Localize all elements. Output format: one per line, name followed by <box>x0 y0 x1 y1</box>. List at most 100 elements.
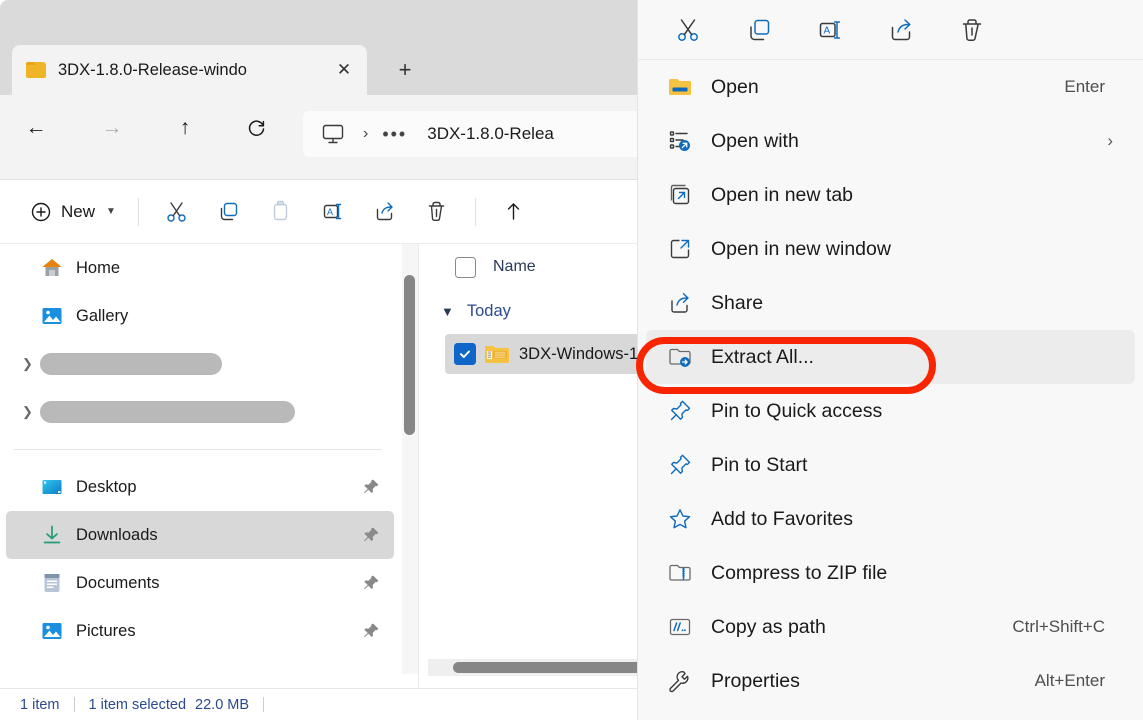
rename-menu-button[interactable]: A <box>808 10 852 50</box>
menu-item-accelerator: Alt+Enter <box>1035 671 1105 691</box>
file-list-pane: Name ▼ Today <box>419 244 660 688</box>
sidebar-item-downloads[interactable]: Downloads <box>6 511 394 559</box>
sidebar-item-redacted-2[interactable]: ❯ <box>6 388 394 436</box>
clipboard-icon <box>269 200 292 223</box>
menu-item-open-in-new-tab[interactable]: Open in new tab <box>646 168 1135 222</box>
refresh-button[interactable] <box>236 108 276 148</box>
pin-icon[interactable] <box>362 622 380 640</box>
sidebar-item-home[interactable]: Home <box>6 244 394 292</box>
pin-icon[interactable] <box>362 478 380 496</box>
chevron-right-icon[interactable]: ❯ <box>22 404 33 420</box>
chevron-down-icon: ▼ <box>106 206 116 217</box>
menu-item-compress-to-zip[interactable]: Compress to ZIP file <box>646 546 1135 600</box>
share-icon <box>666 290 694 316</box>
address-path-text: 3DX-1.8.0-Relea <box>427 124 660 144</box>
menu-item-label: Pin to Start <box>711 454 807 477</box>
sidebar-item-pictures[interactable]: Pictures <box>6 607 394 655</box>
sidebar-item-gallery[interactable]: Gallery <box>6 292 394 340</box>
sidebar-item-label: Documents <box>76 574 159 593</box>
close-icon[interactable]: ✕ <box>329 55 359 85</box>
row-checkbox[interactable] <box>454 343 476 365</box>
menu-item-open[interactable]: Open Enter <box>646 60 1135 114</box>
back-button[interactable]: ← <box>16 108 56 148</box>
trash-icon <box>425 200 448 223</box>
menu-item-open-in-new-window[interactable]: Open in new window <box>646 222 1135 276</box>
this-pc-icon <box>321 123 345 145</box>
sidebar-scrollbar-thumb[interactable] <box>404 275 415 435</box>
folder-open-icon <box>666 74 694 100</box>
address-bar[interactable]: › ••• 3DX-1.8.0-Relea <box>303 111 660 157</box>
sidebar-item-label: Home <box>76 259 120 278</box>
share-menu-button[interactable] <box>879 10 923 50</box>
breadcrumb-chevron-icon[interactable]: › <box>363 125 368 143</box>
pin-icon <box>666 452 694 478</box>
status-bar: 1 item 1 item selected 22.0 MB <box>0 688 660 720</box>
trash-icon <box>959 17 985 43</box>
delete-menu-button[interactable] <box>950 10 994 50</box>
menu-item-pin-to-quick-access[interactable]: Pin to Quick access <box>646 384 1135 438</box>
copy-icon <box>746 17 772 43</box>
rename-button[interactable]: A <box>310 192 356 232</box>
sidebar-item-desktop[interactable]: Desktop <box>6 463 394 511</box>
menu-item-share[interactable]: Share <box>646 276 1135 330</box>
status-divider-2 <box>263 697 264 712</box>
table-row[interactable]: 3DX-Windows-1 <box>445 334 654 374</box>
status-divider <box>74 697 75 712</box>
select-all-checkbox[interactable] <box>455 257 476 278</box>
desktop-icon <box>40 475 64 499</box>
pin-icon[interactable] <box>362 526 380 544</box>
sidebar-item-documents[interactable]: Documents <box>6 559 394 607</box>
cut-button[interactable] <box>154 192 200 232</box>
new-tab-icon <box>666 182 694 208</box>
explorer-tab[interactable]: 3DX-1.8.0-Release-windo ✕ <box>12 45 367 95</box>
chevron-down-icon[interactable]: ▼ <box>441 304 454 319</box>
breadcrumb-overflow-icon[interactable]: ••• <box>382 129 407 140</box>
new-button-label: New <box>61 202 95 222</box>
sort-arrow-icon <box>502 200 525 223</box>
menu-item-pin-to-start[interactable]: Pin to Start <box>646 438 1135 492</box>
sidebar-divider <box>14 449 382 450</box>
copy-menu-button[interactable] <box>737 10 781 50</box>
new-tab-button[interactable]: + <box>388 53 422 87</box>
redacted-label <box>40 353 222 375</box>
sidebar-item-redacted-1[interactable]: ❯ <box>6 340 394 388</box>
command-bar: New ▼ <box>0 180 660 243</box>
cut-menu-button[interactable] <box>666 10 710 50</box>
scissors-icon <box>165 200 188 223</box>
paste-button[interactable] <box>258 192 304 232</box>
pin-icon[interactable] <box>362 574 380 592</box>
menu-item-extract-all[interactable]: Extract All... <box>646 330 1135 384</box>
pictures-icon <box>40 619 64 643</box>
menu-item-properties[interactable]: Properties Alt+Enter <box>646 654 1135 708</box>
folder-icon <box>26 62 46 79</box>
menu-item-label: Share <box>711 292 763 315</box>
menu-item-label: Open <box>711 76 759 99</box>
column-header-name[interactable]: Name <box>493 258 536 276</box>
menu-item-open-with[interactable]: Open with › <box>646 114 1135 168</box>
svg-text:A: A <box>327 207 333 217</box>
chevron-right-icon[interactable]: ❯ <box>22 356 33 372</box>
copy-button[interactable] <box>206 192 252 232</box>
menu-item-add-to-favorites[interactable]: Add to Favorites <box>646 492 1135 546</box>
group-header-today[interactable]: ▼ Today <box>419 290 660 332</box>
sort-button[interactable] <box>491 192 537 232</box>
gallery-icon <box>40 304 64 328</box>
chevron-right-icon[interactable]: › <box>1107 131 1113 151</box>
group-header-label: Today <box>467 302 511 321</box>
forward-button[interactable]: → <box>92 108 132 148</box>
plus-circle-icon <box>30 201 52 223</box>
sidebar-item-label: Gallery <box>76 307 128 326</box>
file-list-hscrollbar-thumb[interactable] <box>453 662 660 673</box>
up-button[interactable]: ↑ <box>165 108 205 148</box>
share-icon <box>373 200 396 223</box>
delete-button[interactable] <box>414 192 460 232</box>
menu-item-label: Open in new window <box>711 238 891 261</box>
menu-item-accelerator: Ctrl+Shift+C <box>1012 617 1105 637</box>
downloads-icon <box>40 523 64 547</box>
share-button[interactable] <box>362 192 408 232</box>
zip-file-icon <box>484 343 510 365</box>
new-button[interactable]: New ▼ <box>22 194 126 230</box>
tab-title: 3DX-1.8.0-Release-windo <box>58 61 329 80</box>
context-menu-toolbar: A <box>638 0 1143 60</box>
menu-item-copy-as-path[interactable]: Copy as path Ctrl+Shift+C <box>646 600 1135 654</box>
